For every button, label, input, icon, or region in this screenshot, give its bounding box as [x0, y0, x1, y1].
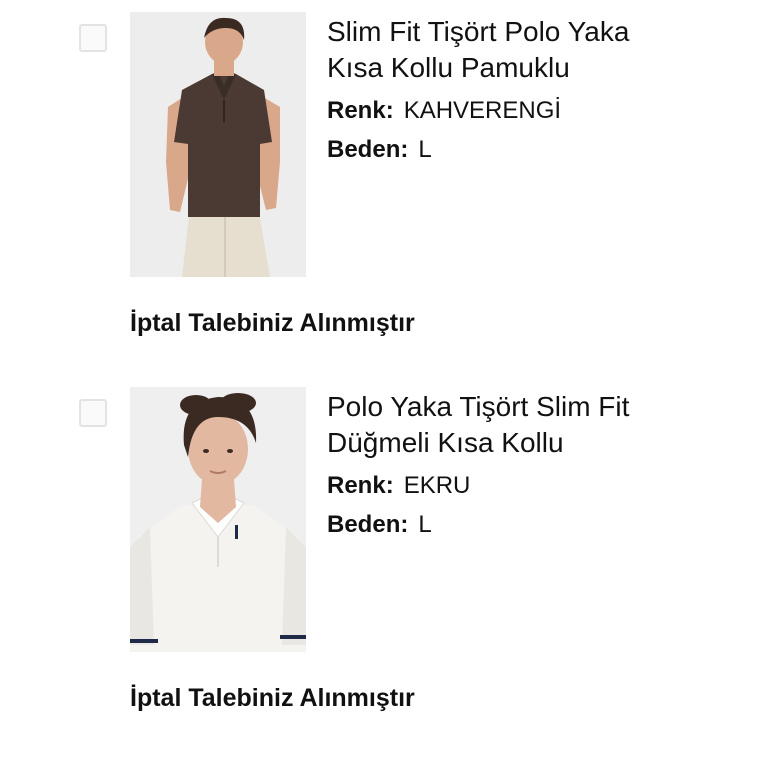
size-value: L — [418, 136, 432, 163]
order-item: Slim Fit Tişört Polo Yaka Kısa Kollu Pam… — [0, 12, 768, 342]
cancellation-status: İptal Talebiniz Alınmıştır — [130, 684, 415, 712]
select-item-checkbox[interactable] — [79, 399, 107, 427]
product-title-line2: Düğmeli Kısa Kollu — [327, 427, 564, 458]
product-photo-ecru-polo — [130, 387, 306, 652]
product-photo-brown-polo — [130, 12, 306, 277]
order-item: Polo Yaka Tişört Slim Fit Düğmeli Kısa K… — [0, 387, 768, 717]
product-image[interactable] — [130, 12, 306, 277]
size-label: Beden: — [327, 136, 409, 163]
product-title[interactable]: Polo Yaka Tişört Slim Fit Düğmeli Kısa K… — [327, 389, 747, 461]
size-label: Beden: — [327, 511, 409, 538]
product-color: Renk: EKRU — [327, 471, 747, 501]
color-value: EKRU — [403, 472, 471, 499]
size-value: L — [418, 511, 432, 538]
color-value: KAHVERENGİ — [403, 97, 562, 124]
color-label: Renk: — [327, 97, 394, 124]
product-title-line1: Slim Fit Tişört Polo Yaka — [327, 16, 630, 47]
product-size: Beden: L — [327, 510, 747, 540]
product-title[interactable]: Slim Fit Tişört Polo Yaka Kısa Kollu Pam… — [327, 14, 747, 86]
cancellation-status: İptal Talebiniz Alınmıştır — [130, 309, 415, 337]
product-color: Renk: KAHVERENGİ — [327, 96, 747, 126]
order-items-page: Slim Fit Tişört Polo Yaka Kısa Kollu Pam… — [0, 0, 768, 768]
product-title-line2: Kısa Kollu Pamuklu — [327, 52, 570, 83]
color-label: Renk: — [327, 472, 394, 499]
select-item-checkbox[interactable] — [79, 24, 107, 52]
product-info: Polo Yaka Tişört Slim Fit Düğmeli Kısa K… — [327, 389, 747, 540]
product-info: Slim Fit Tişört Polo Yaka Kısa Kollu Pam… — [327, 14, 747, 165]
product-title-line1: Polo Yaka Tişört Slim Fit — [327, 391, 630, 422]
product-size: Beden: L — [327, 135, 747, 165]
product-image[interactable] — [130, 387, 306, 652]
